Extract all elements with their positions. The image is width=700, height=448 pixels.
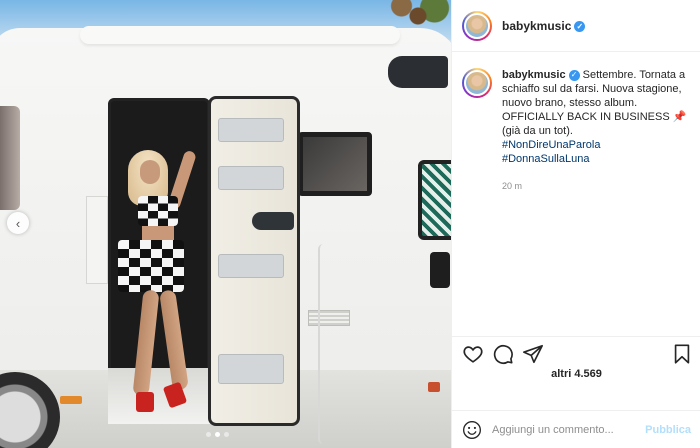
camper-sticker [86, 196, 108, 284]
power-cable [318, 244, 328, 444]
camper-roofline [80, 26, 400, 44]
hashtag-link[interactable]: #NonDireUnaParola [502, 139, 600, 151]
carousel-dots [206, 432, 229, 437]
smiley-icon[interactable] [462, 420, 482, 440]
post-sidebar: babykmusic ✓ babykmusic ✓ Settembre. Torna… [451, 0, 700, 448]
door-handle [252, 212, 294, 230]
caption-line: Settembre. Tornata a [582, 69, 686, 81]
camper-mirror [430, 252, 450, 288]
camper-door-step [108, 368, 210, 424]
post-time[interactable]: 20 m [502, 179, 690, 193]
carousel-prev-button[interactable]: ‹ [7, 212, 29, 234]
comment-input[interactable] [492, 423, 642, 436]
comment-icon[interactable] [492, 343, 514, 365]
caption-line: nuovo brano, stesso album. [502, 97, 638, 109]
verified-badge-icon: ✓ [568, 69, 580, 81]
publish-button[interactable]: Pubblica [645, 424, 691, 436]
pin-emoji-icon: 📌 [672, 111, 687, 123]
door-panel [218, 354, 284, 384]
caption-area: babykmusic ✓ Settembre. Tornata a schiaff… [452, 52, 700, 332]
hashtag-link[interactable]: #DonnaSullaLuna [502, 153, 589, 165]
likes-count[interactable]: altri 4.569 [452, 368, 700, 380]
caption: babykmusic ✓ Settembre. Tornata a schiaff… [502, 68, 690, 332]
avatar-image [464, 12, 490, 39]
caption-line: OFFICIALLY BACK IN BUSINESS [502, 111, 670, 123]
woman-top [138, 196, 178, 226]
caption-username[interactable]: babykmusic [502, 69, 566, 81]
door-panel [218, 254, 284, 278]
camper-taillight [60, 396, 82, 404]
header-username[interactable]: babykmusic ✓ [502, 19, 586, 33]
woman-face [140, 160, 160, 184]
door-panel [218, 118, 284, 142]
heart-icon[interactable] [462, 343, 484, 365]
camper-side-window [0, 106, 20, 210]
caption-line: (già da un tot). [502, 125, 573, 137]
camper-vent [308, 310, 350, 326]
woman-shorts [118, 240, 184, 292]
action-bar [452, 336, 700, 366]
door-panel [218, 166, 284, 190]
verified-badge-icon: ✓ [574, 20, 586, 32]
avatar[interactable] [462, 10, 492, 41]
carousel-dot-active [215, 432, 220, 437]
avatar-image [464, 70, 490, 96]
comment-bar: Pubblica [452, 410, 700, 448]
camper-taillight-right [428, 382, 440, 392]
woman-waist [142, 226, 174, 240]
camper-front-window [418, 160, 451, 240]
post-header: babykmusic ✓ [452, 0, 700, 52]
caption-line: schiaffo sul da farsi. Nuova stagione, [502, 83, 682, 95]
camper-top-vent [388, 56, 448, 88]
username-text[interactable]: babykmusic [502, 19, 571, 33]
bookmark-icon[interactable] [671, 343, 693, 365]
carousel-dot [224, 432, 229, 437]
caption-avatar[interactable] [462, 68, 492, 98]
woman-shoe-left [136, 392, 154, 412]
post-photo[interactable]: ‹ [0, 0, 451, 448]
carousel-dot [206, 432, 211, 437]
share-icon[interactable] [522, 343, 544, 365]
chevron-left-icon: ‹ [15, 215, 21, 231]
camper-window [298, 132, 372, 196]
